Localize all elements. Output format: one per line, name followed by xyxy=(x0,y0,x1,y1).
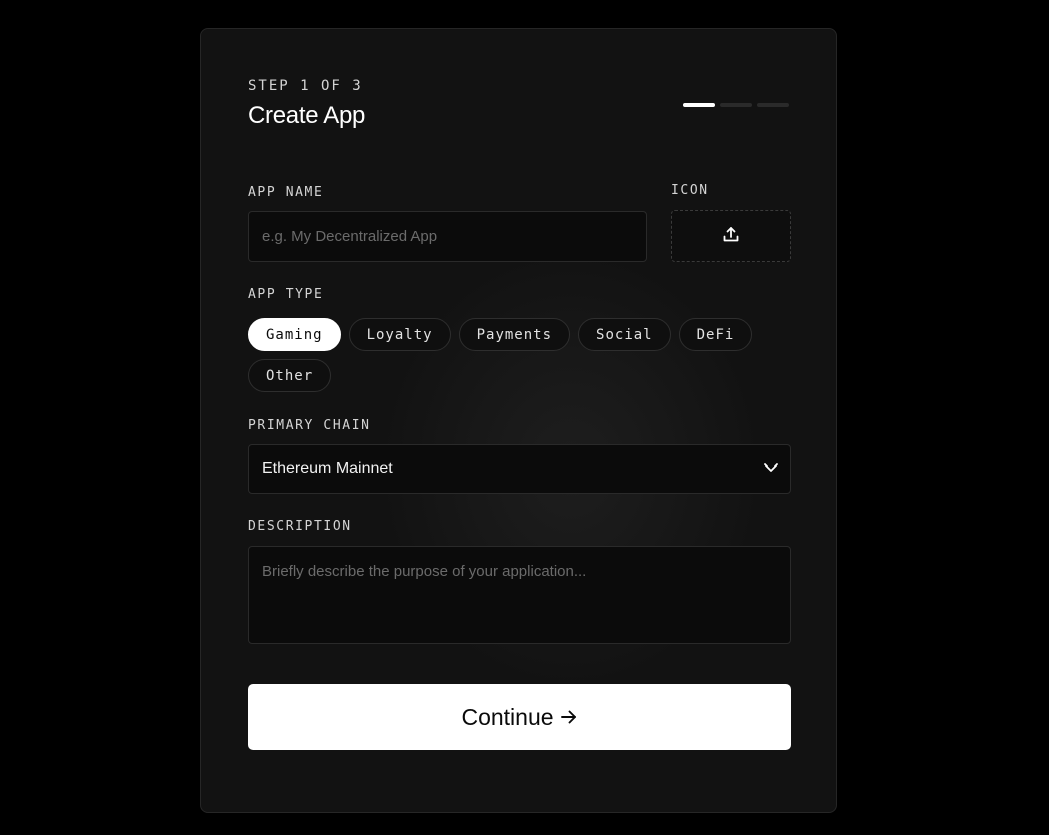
app-type-label: APP TYPE xyxy=(248,287,324,302)
primary-chain-value: Ethereum Mainnet xyxy=(262,460,393,477)
app-type-chip-defi[interactable]: DeFi xyxy=(678,318,753,351)
app-name-input[interactable]: e.g. My Decentralized App xyxy=(248,211,647,262)
app-type-chip-loyalty[interactable]: Loyalty xyxy=(348,318,451,351)
page-title: Create App xyxy=(248,102,366,129)
icon-upload-button[interactable] xyxy=(671,210,791,262)
step-progress xyxy=(683,103,789,107)
app-name-label: APP NAME xyxy=(248,185,324,200)
progress-segment-1 xyxy=(683,103,715,107)
progress-segment-2 xyxy=(720,103,752,107)
icon-label: ICON xyxy=(671,183,709,198)
primary-chain-label: PRIMARY CHAIN xyxy=(248,418,371,433)
arrow-right-icon xyxy=(560,704,578,731)
progress-segment-3 xyxy=(757,103,789,107)
primary-chain-select[interactable]: Ethereum Mainnet xyxy=(248,444,791,494)
step-indicator: STEP 1 OF 3 xyxy=(248,78,363,94)
description-label: DESCRIPTION xyxy=(248,519,352,534)
app-name-placeholder: e.g. My Decentralized App xyxy=(262,228,438,245)
app-type-chip-gaming[interactable]: Gaming xyxy=(248,318,341,351)
app-type-chip-payments[interactable]: Payments xyxy=(458,318,571,351)
continue-button[interactable]: Continue xyxy=(248,684,791,750)
description-placeholder: Briefly describe the purpose of your app… xyxy=(262,563,587,580)
chevron-down-icon xyxy=(763,462,779,481)
app-type-options: Gaming Loyalty Payments Social DeFi Othe… xyxy=(248,318,793,392)
create-app-card: STEP 1 OF 3 Create App APP NAME e.g. My … xyxy=(200,28,837,813)
description-textarea[interactable]: Briefly describe the purpose of your app… xyxy=(248,546,791,644)
app-type-chip-other[interactable]: Other xyxy=(248,359,332,392)
app-type-chip-social[interactable]: Social xyxy=(578,318,671,351)
continue-label: Continue xyxy=(461,703,554,730)
upload-icon xyxy=(722,225,740,248)
